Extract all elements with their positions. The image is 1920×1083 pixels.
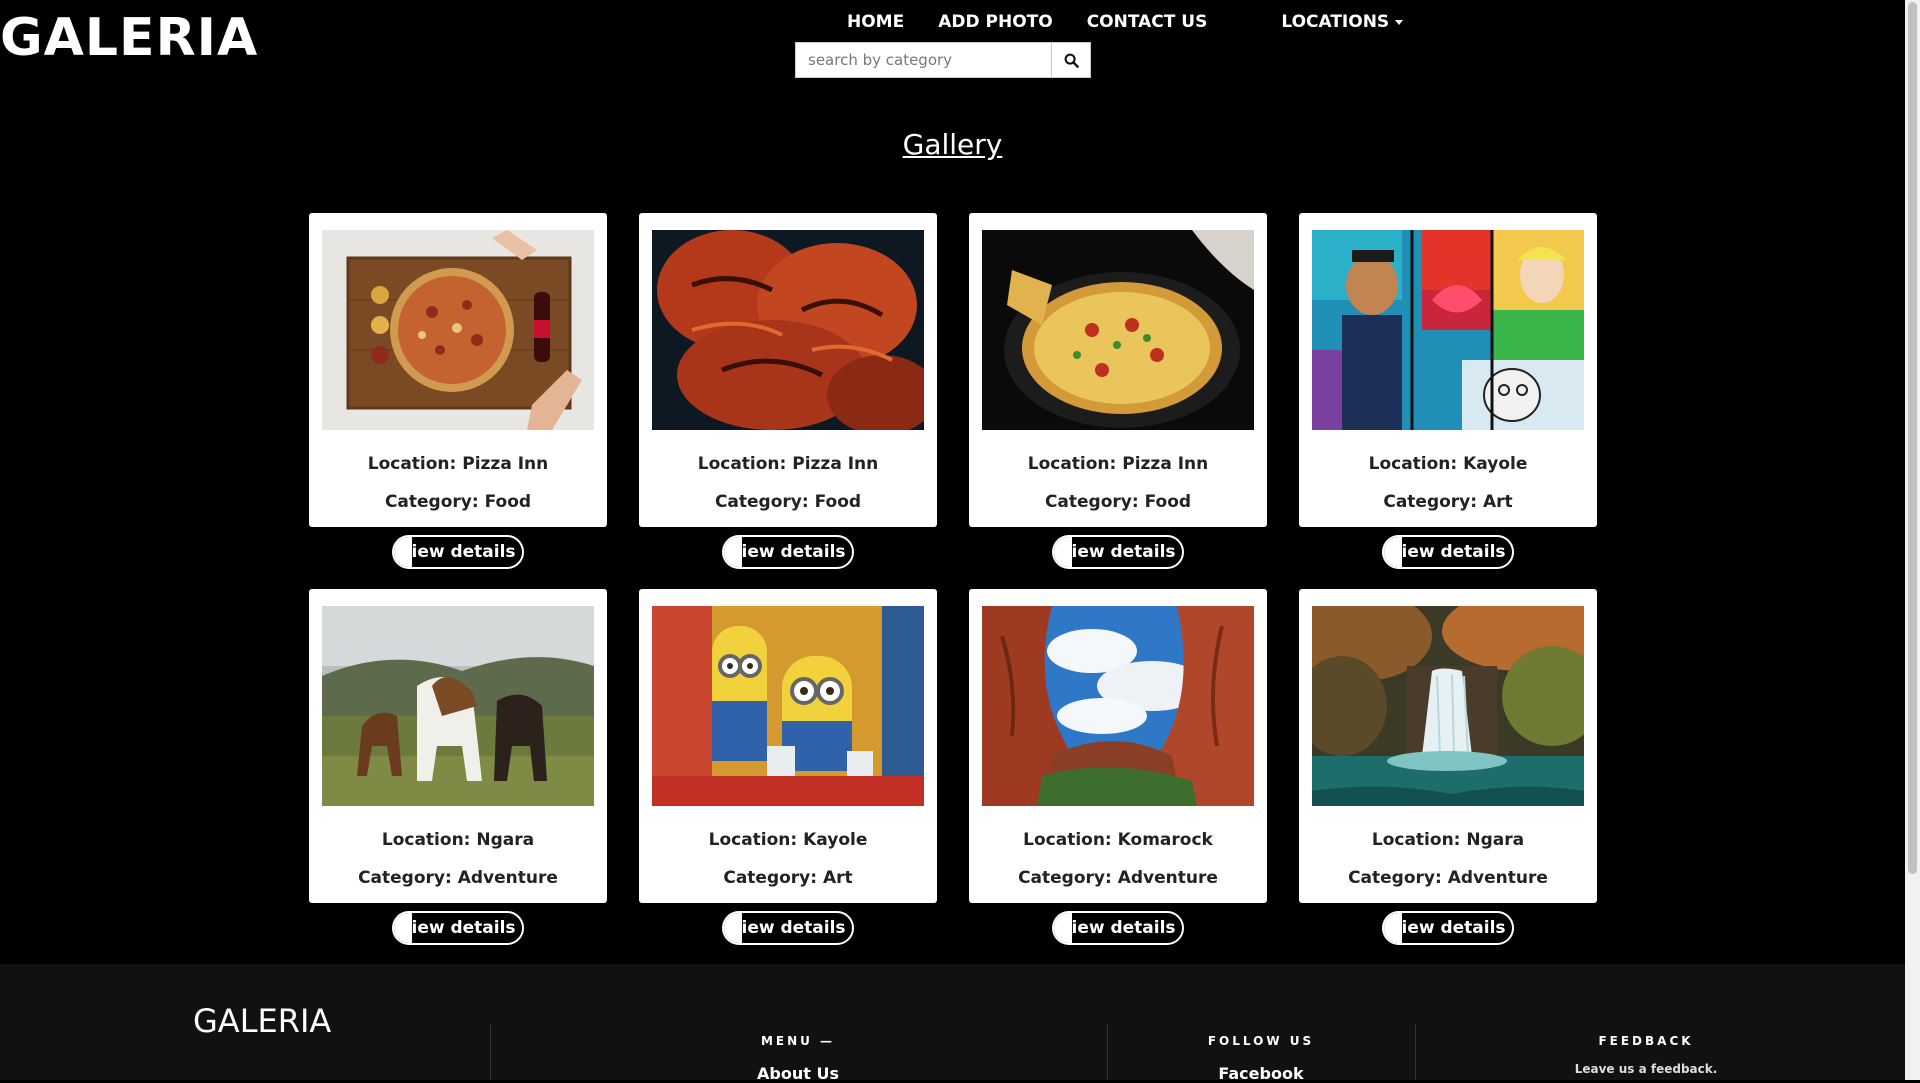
nav-locations-label: LOCATIONS	[1281, 12, 1390, 32]
footer-divider	[490, 1024, 491, 1080]
footer-menu-heading: MENU —	[760, 1034, 836, 1048]
footer-brand: GALERIA	[193, 1002, 332, 1040]
search-icon	[1064, 53, 1079, 68]
card-category: Category: Adventure	[1348, 868, 1548, 888]
footer-feedback: FEEDBACK Leave us a feedback.	[1570, 1034, 1722, 1076]
footer-about-link[interactable]: About Us	[738, 1064, 858, 1083]
search-button[interactable]	[1051, 42, 1091, 78]
gallery-item: Location: Pizza Inn Category: Food view …	[639, 213, 937, 569]
gallery-item: Location: Kayole Category: Art view deta…	[1299, 213, 1597, 569]
search-form	[795, 42, 1091, 78]
nav-locations-dropdown[interactable]: LOCATIONS	[1264, 10, 1420, 34]
card-location: Location: Kayole	[1368, 454, 1528, 474]
view-details-label: view details	[1390, 542, 1506, 562]
view-details-label: view details	[1060, 918, 1176, 938]
photo-pizza-on-board[interactable]	[322, 230, 594, 430]
view-details-button[interactable]: view details	[1382, 911, 1514, 945]
card-location: Location: Kayole	[708, 830, 868, 850]
card-location: Location: Ngara	[1371, 830, 1525, 850]
card-category: Category: Food	[1044, 492, 1192, 512]
footer-follow-heading: FOLLOW US	[1207, 1034, 1315, 1048]
gallery-item: Location: Kayole Category: Art view deta…	[639, 589, 937, 945]
photo-card: Location: Kayole Category: Art	[639, 589, 937, 903]
gallery-item: Location: Ngara Category: Adventure view…	[309, 589, 607, 945]
view-details-button[interactable]: view details	[392, 535, 524, 569]
gallery-row: Location: Pizza Inn Category: Food view …	[309, 213, 1599, 569]
gallery-item: Location: Pizza Inn Category: Food view …	[309, 213, 607, 569]
card-location: Location: Pizza Inn	[367, 454, 549, 474]
view-details-label: view details	[1060, 542, 1176, 562]
page: GALERIA HOME ADD PHOTO CONTACT US LOCATI…	[0, 0, 1905, 1083]
card-category: Category: Adventure	[1018, 868, 1218, 888]
search-input[interactable]	[795, 42, 1051, 78]
card-category: Category: Adventure	[358, 868, 558, 888]
view-details-label: view details	[400, 542, 516, 562]
gallery-grid: Location: Pizza Inn Category: Food view …	[309, 213, 1599, 965]
photo-card: Location: Pizza Inn Category: Food	[309, 213, 607, 527]
nav-add-photo[interactable]: ADD PHOTO	[921, 10, 1069, 34]
photo-card: Location: Pizza Inn Category: Food	[639, 213, 937, 527]
page-title: Gallery	[902, 128, 1003, 161]
vertical-scrollbar[interactable]	[1905, 0, 1920, 1080]
nav-home[interactable]: HOME	[830, 10, 921, 34]
photo-card: Location: Kayole Category: Art	[1299, 213, 1597, 527]
gallery-item: Location: Komarock Category: Adventure v…	[969, 589, 1267, 945]
card-location: Location: Ngara	[381, 830, 535, 850]
photo-street-mural[interactable]	[1312, 230, 1584, 430]
view-details-button[interactable]: view details	[722, 535, 854, 569]
photo-horses[interactable]	[322, 606, 594, 806]
view-details-button[interactable]: view details	[1052, 535, 1184, 569]
photo-card: Location: Ngara Category: Adventure	[309, 589, 607, 903]
card-category: Category: Art	[723, 868, 853, 888]
footer-divider	[1415, 1024, 1416, 1080]
footer-divider	[1107, 1024, 1108, 1080]
view-details-label: view details	[730, 542, 846, 562]
caret-down-icon	[1395, 19, 1404, 25]
photo-minions[interactable]	[652, 606, 924, 806]
card-location: Location: Komarock	[1023, 830, 1213, 850]
card-category: Category: Food	[384, 492, 532, 512]
photo-card: Location: Komarock Category: Adventure	[969, 589, 1267, 903]
card-location: Location: Pizza Inn	[1027, 454, 1209, 474]
gallery-item: Location: Ngara Category: Adventure view…	[1299, 589, 1597, 945]
gallery-item: Location: Pizza Inn Category: Food view …	[969, 213, 1267, 569]
view-details-button[interactable]: view details	[392, 911, 524, 945]
photo-waterfall[interactable]	[1312, 606, 1584, 806]
photo-grilled-chicken[interactable]	[652, 230, 924, 430]
gallery-row: Location: Ngara Category: Adventure view…	[309, 589, 1599, 945]
photo-canyon[interactable]	[982, 606, 1254, 806]
site-footer: GALERIA MENU — About Us FOLLOW US Facebo…	[0, 964, 1905, 1083]
card-location: Location: Pizza Inn	[697, 454, 879, 474]
view-details-button[interactable]: view details	[1382, 535, 1514, 569]
scrollbar-thumb[interactable]	[1908, 2, 1917, 874]
view-details-button[interactable]: view details	[1052, 911, 1184, 945]
photo-card: Location: Ngara Category: Adventure	[1299, 589, 1597, 903]
view-details-button[interactable]: view details	[722, 911, 854, 945]
footer-facebook-link[interactable]: Facebook	[1201, 1064, 1321, 1083]
nav-contact-us[interactable]: CONTACT US	[1070, 10, 1225, 34]
photo-pan-pizza[interactable]	[982, 230, 1254, 430]
view-details-label: view details	[1390, 918, 1506, 938]
top-nav: HOME ADD PHOTO CONTACT US LOCATIONS	[830, 10, 1420, 34]
site-logo[interactable]: GALERIA	[0, 8, 258, 68]
footer-feedback-heading: FEEDBACK	[1598, 1034, 1694, 1048]
footer-follow: FOLLOW US Facebook	[1201, 1034, 1321, 1083]
footer-menu: MENU — About Us	[738, 1034, 858, 1083]
view-details-label: view details	[730, 918, 846, 938]
view-details-label: view details	[400, 918, 516, 938]
card-category: Category: Food	[714, 492, 862, 512]
card-category: Category: Art	[1383, 492, 1513, 512]
footer-feedback-text[interactable]: Leave us a feedback.	[1570, 1062, 1722, 1076]
photo-card: Location: Pizza Inn Category: Food	[969, 213, 1267, 527]
